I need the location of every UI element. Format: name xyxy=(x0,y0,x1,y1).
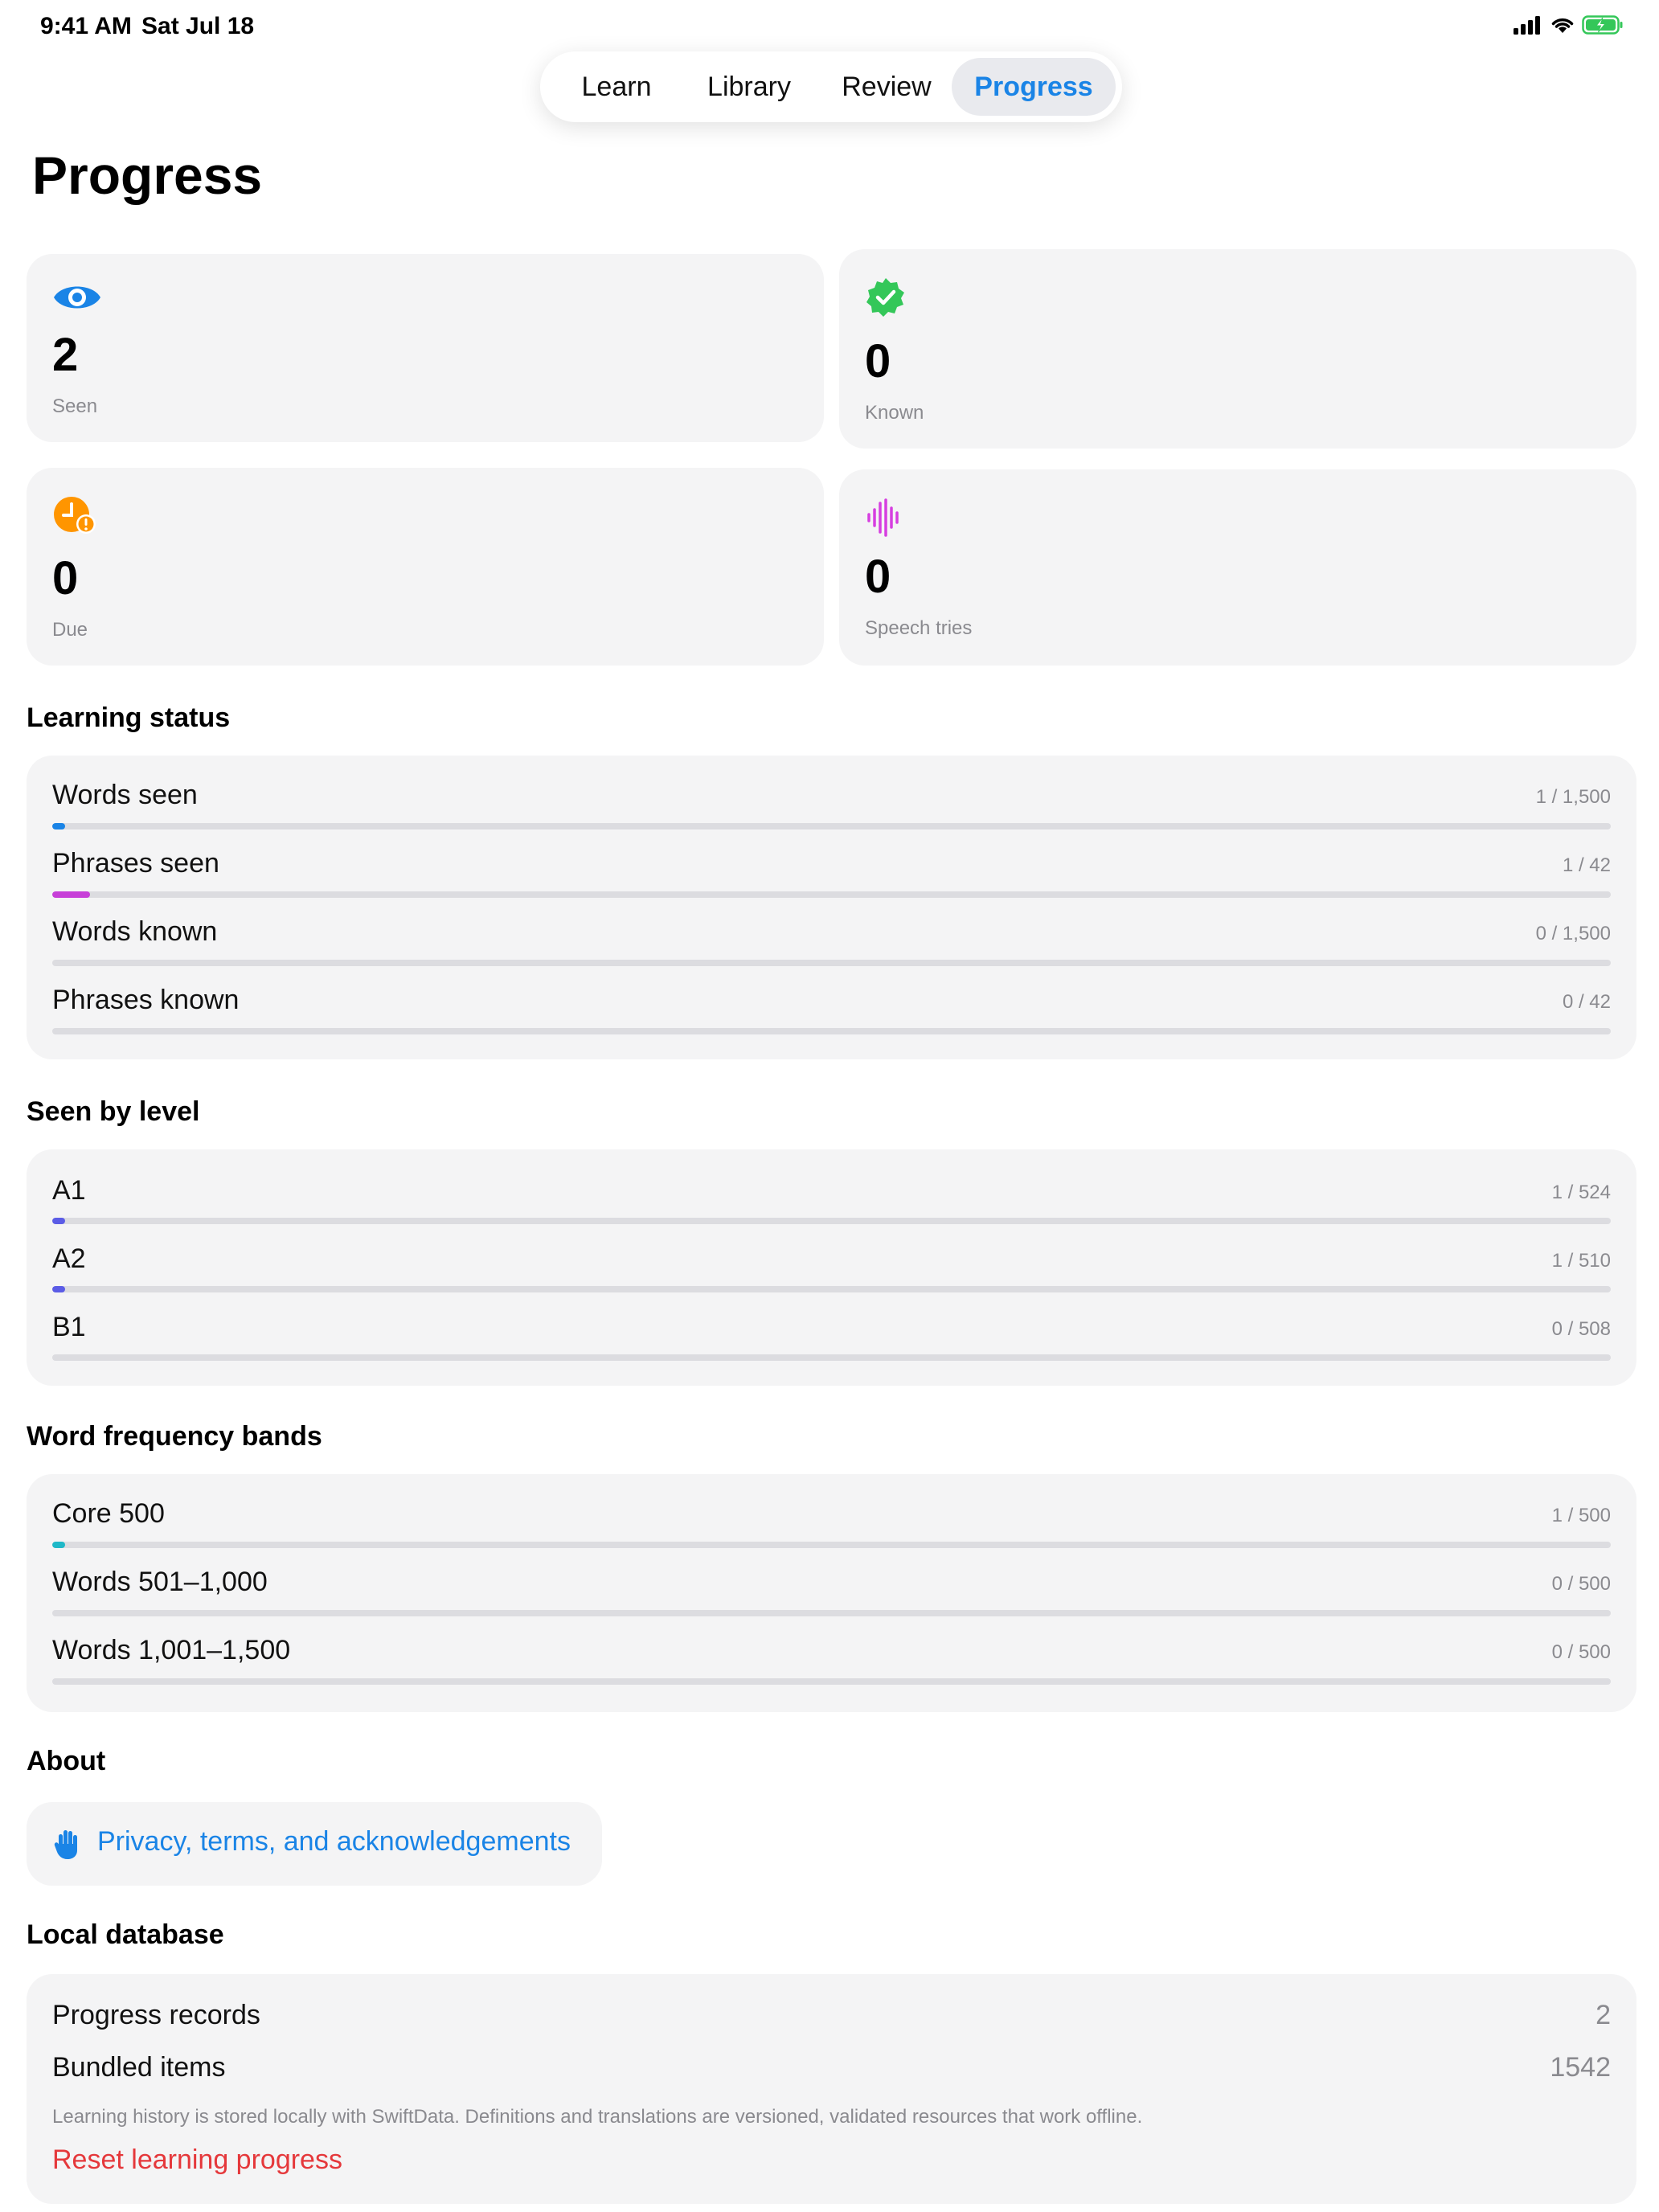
eye-icon xyxy=(54,286,100,309)
page-title: Progress xyxy=(32,145,263,205)
battery-charging-icon xyxy=(1582,15,1623,35)
row-label-words-501-1000: Words 501–1,000 xyxy=(52,1567,268,1597)
waveform-icon xyxy=(867,498,899,537)
row-count-phrases-seen: 1 / 42 xyxy=(1562,854,1611,876)
status-time: 9:41 AM xyxy=(40,13,132,39)
bundled-items-value: 1542 xyxy=(1550,2052,1611,2083)
row-label-phrases-seen: Phrases seen xyxy=(52,848,219,879)
stat-label-known: Known xyxy=(865,402,924,424)
progress-fill xyxy=(52,1286,65,1292)
tab-library[interactable]: Library xyxy=(683,58,815,116)
progress-track-a2 xyxy=(52,1286,1611,1292)
row-count-a1: 1 / 524 xyxy=(1551,1182,1611,1203)
status-icons xyxy=(1513,14,1624,35)
row-label-words-seen: Words seen xyxy=(52,780,198,810)
section-title-learning-status: Learning status xyxy=(27,703,231,733)
section-title-about: About xyxy=(27,1746,106,1776)
section-title-local-database: Local database xyxy=(27,1919,224,1950)
progress-fill xyxy=(52,891,90,898)
stat-card-speech: 0 Speech tries xyxy=(839,469,1636,666)
stat-value-speech: 0 xyxy=(865,551,891,603)
row-count-words-seen: 1 / 1,500 xyxy=(1535,786,1611,808)
row-label-words-known: Words known xyxy=(52,916,218,947)
signal-icon xyxy=(1514,16,1540,35)
privacy-link-button[interactable]: Privacy, terms, and acknowledgements xyxy=(27,1802,602,1886)
row-count-phrases-known: 0 / 42 xyxy=(1562,991,1611,1013)
stat-label-seen: Seen xyxy=(52,395,98,417)
progress-track-b1 xyxy=(52,1354,1611,1361)
wifi-icon xyxy=(1551,18,1574,33)
row-count-core-500: 1 / 500 xyxy=(1551,1505,1611,1526)
row-label-a1: A1 xyxy=(52,1175,86,1206)
progress-fill xyxy=(52,1542,65,1548)
row-count-words-1001-1500: 0 / 500 xyxy=(1551,1641,1611,1663)
progress-track-words-501-1000 xyxy=(52,1610,1611,1616)
progress-fill xyxy=(52,823,65,830)
progress-track-a1 xyxy=(52,1218,1611,1224)
stat-card-seen: 2 Seen xyxy=(27,254,824,442)
progress-records-label: Progress records xyxy=(52,2000,260,2030)
stat-value-known: 0 xyxy=(865,335,891,387)
row-label-words-1001-1500: Words 1,001–1,500 xyxy=(52,1635,291,1665)
tab-progress[interactable]: Progress xyxy=(952,58,1116,116)
clock-badge-exclamation-icon xyxy=(54,497,96,534)
status-bar: 9:41 AM Sat Jul 18 xyxy=(0,0,1659,51)
row-label-a2: A2 xyxy=(52,1243,86,1274)
stat-label-speech: Speech tries xyxy=(865,617,973,639)
tab-learn[interactable]: Learn xyxy=(559,58,674,116)
bundled-items-label: Bundled items xyxy=(52,2052,226,2083)
stat-value-seen: 2 xyxy=(52,329,79,381)
section-title-seen-by-level: Seen by level xyxy=(27,1096,200,1127)
status-date: Sat Jul 18 xyxy=(141,13,255,39)
progress-track-words-1001-1500 xyxy=(52,1678,1611,1685)
progress-track-phrases-known xyxy=(52,1028,1611,1034)
learning-status-card: Words seen 1 / 1,500 Phrases seen 1 / 42… xyxy=(27,756,1636,1059)
stat-card-known: 0 Known xyxy=(839,249,1636,449)
checkmark-seal-icon xyxy=(866,278,904,317)
hand-raised-icon xyxy=(54,1830,77,1859)
storage-note: Learning history is stored locally with … xyxy=(52,2106,1143,2128)
stat-card-due: 0 Due xyxy=(27,468,824,666)
stat-label-due: Due xyxy=(52,619,88,641)
progress-track-phrases-seen xyxy=(52,891,1611,898)
row-label-phrases-known: Phrases known xyxy=(52,985,240,1015)
seen-by-level-card: A1 1 / 524 A2 1 / 510 B1 0 / 508 xyxy=(27,1149,1636,1386)
section-title-frequency-bands: Word frequency bands xyxy=(27,1421,322,1452)
progress-track-words-known xyxy=(52,960,1611,966)
progress-records-value: 2 xyxy=(1596,2000,1611,2030)
tab-bar: Learn Library Review Progress xyxy=(540,51,1122,122)
local-database-card: Progress records 2 Bundled items 1542 Le… xyxy=(27,1974,1636,2204)
frequency-bands-card: Core 500 1 / 500 Words 501–1,000 0 / 500… xyxy=(27,1474,1636,1712)
progress-fill xyxy=(52,1218,65,1224)
privacy-link-label: Privacy, terms, and acknowledgements xyxy=(97,1826,571,1857)
stat-value-due: 0 xyxy=(52,552,79,604)
row-count-words-known: 0 / 1,500 xyxy=(1535,923,1611,944)
row-label-core-500: Core 500 xyxy=(52,1498,165,1529)
progress-track-core-500 xyxy=(52,1542,1611,1548)
reset-progress-button[interactable]: Reset learning progress xyxy=(52,2144,342,2176)
row-count-words-501-1000: 0 / 500 xyxy=(1551,1573,1611,1595)
row-label-b1: B1 xyxy=(52,1312,86,1342)
tab-review[interactable]: Review xyxy=(820,58,953,116)
row-count-a2: 1 / 510 xyxy=(1551,1250,1611,1272)
row-count-b1: 0 / 508 xyxy=(1551,1318,1611,1340)
progress-track-words-seen xyxy=(52,823,1611,830)
